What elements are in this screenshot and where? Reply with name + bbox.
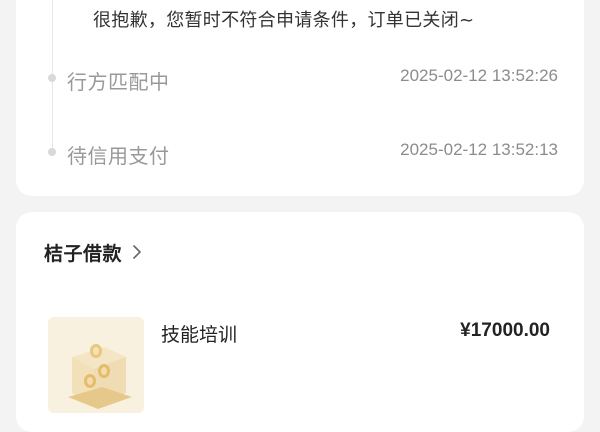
- timeline-item: 待信用支付 2025-02-12 13:52:13: [16, 138, 584, 168]
- product-title: 技能培训: [161, 324, 238, 346]
- product-price: ¥17000.00: [460, 320, 550, 341]
- order-status-card: 很抱歉，您暂时不符合申请条件，订单已关闭~ 行方匹配中 2025-02-12 1…: [16, 0, 584, 196]
- chevron-right-icon: [133, 245, 141, 259]
- timeline-dot: [48, 148, 56, 156]
- merchant-link[interactable]: 桔子借款: [44, 238, 144, 266]
- coin-box-icon: [48, 317, 144, 413]
- status-message: 很抱歉，您暂时不符合申请条件，订单已关闭~: [93, 10, 475, 31]
- product-card: 桔子借款 技能培训 ¥17000.00: [16, 212, 584, 432]
- merchant-name: 桔子借款: [44, 242, 123, 265]
- timeline-label: 待信用支付: [67, 144, 170, 168]
- timeline-dot: [48, 74, 56, 82]
- timeline-time: 2025-02-12 13:52:26: [400, 66, 558, 85]
- product-thumbnail[interactable]: [48, 317, 144, 413]
- timeline-time: 2025-02-12 13:52:13: [400, 140, 558, 159]
- timeline-label: 行方匹配中: [67, 70, 170, 94]
- timeline-item: 行方匹配中 2025-02-12 13:52:26: [16, 64, 584, 94]
